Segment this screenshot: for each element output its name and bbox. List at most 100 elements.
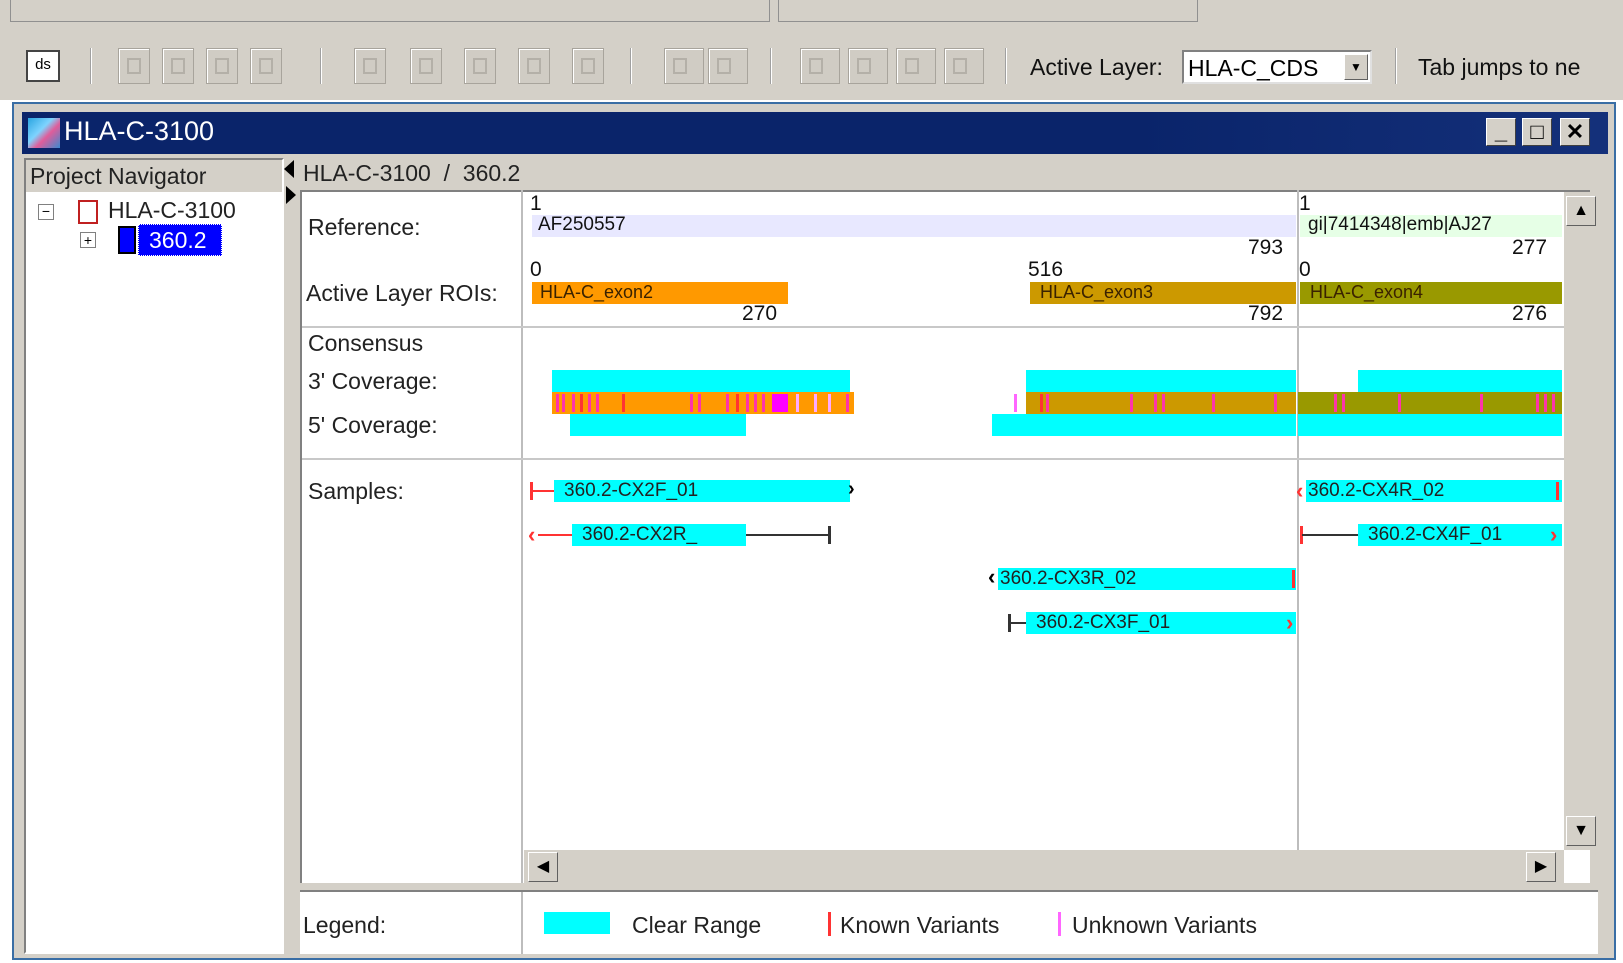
expand-icon[interactable]: +	[80, 232, 96, 248]
active-layer-select[interactable]: HLA-C_CDS ▼	[1182, 50, 1372, 84]
variant-cluster	[772, 394, 788, 412]
scroll-up-button[interactable]: ▲	[1566, 196, 1596, 226]
label-column-divider	[521, 190, 523, 883]
close-button[interactable]: ✕	[1560, 118, 1590, 146]
ds-button[interactable]: ds	[26, 50, 60, 82]
variant-mark	[1040, 394, 1043, 412]
tab-hint-text: Tab jumps to ne	[1418, 54, 1581, 80]
legend-known-variants-swatch	[828, 912, 831, 936]
toolbar-button-11[interactable]	[708, 48, 748, 84]
toolbar-button-5[interactable]	[354, 48, 386, 84]
samples-label: Samples:	[308, 478, 404, 504]
reference-1-end: 793	[1248, 236, 1284, 259]
variant-mark	[690, 394, 693, 412]
variant-mark	[698, 394, 701, 412]
variant-mark	[814, 394, 817, 412]
chevron-left-icon: ‹	[988, 564, 996, 589]
toolbar-button-3[interactable]	[206, 48, 238, 84]
sample-cx4f-01[interactable]: 360.2-CX4F_01	[1358, 524, 1562, 546]
upper-toolbar-fragment	[10, 0, 770, 22]
roi-2-end: 792	[1248, 302, 1284, 325]
toolbar-button-8[interactable]	[518, 48, 550, 84]
toolbar-button-2[interactable]	[162, 48, 194, 84]
variant-mark	[1334, 394, 1337, 412]
sample-cx4r-02[interactable]: 360.2-CX4R_02	[1306, 480, 1562, 502]
variant-mark	[1544, 394, 1547, 412]
variant-mark	[588, 394, 591, 412]
sample-end-mark	[1292, 570, 1295, 588]
splitter-right-arrow-icon[interactable]	[286, 186, 296, 204]
project-icon	[78, 200, 98, 224]
variant-mark	[596, 394, 599, 412]
sample-cx2f-01[interactable]: 360.2-CX2F_01	[554, 480, 850, 502]
toolbar-button-9[interactable]	[572, 48, 604, 84]
roi-2-start: 516	[1028, 258, 1064, 281]
tree-item-sample-label: 360.2	[149, 227, 207, 253]
variant-mark	[1552, 394, 1555, 412]
reference-bar-1[interactable]	[532, 215, 1296, 237]
reference-2-start: 1	[1299, 192, 1311, 215]
reference-2-end: 277	[1512, 236, 1548, 259]
active-layer-value: HLA-C_CDS	[1188, 55, 1319, 81]
legend-unknown-variants-swatch	[1058, 912, 1061, 936]
toolbar-separator	[1395, 48, 1397, 84]
coverage-5-label: 5' Coverage:	[308, 412, 438, 438]
variant-mark	[1342, 394, 1345, 412]
legend-unknown-variants: Unknown Variants	[1072, 912, 1257, 938]
sample-end-mark	[828, 526, 831, 544]
variant-mark	[562, 394, 565, 412]
maximize-button[interactable]: □	[1522, 118, 1552, 146]
variant-mark	[726, 394, 729, 412]
scroll-down-button[interactable]: ▼	[1566, 816, 1596, 846]
consensus-bar-3	[1298, 392, 1562, 414]
minimize-button[interactable]: _	[1486, 118, 1516, 146]
variant-mark	[556, 394, 559, 412]
sample-trace-line	[530, 490, 554, 492]
toolbar-button-13[interactable]	[848, 48, 888, 84]
roi-3-name: HLA-C_exon4	[1310, 282, 1424, 302]
sample-icon	[118, 226, 136, 254]
variant-mark	[622, 394, 625, 412]
horizontal-scrollbar[interactable]	[524, 850, 1564, 884]
variant-mark	[736, 394, 739, 412]
vertical-scrollbar[interactable]	[1564, 192, 1598, 850]
roi-1-end: 270	[742, 302, 778, 325]
chevron-right-icon: ›	[848, 478, 855, 500]
toolbar-button-1[interactable]	[118, 48, 150, 84]
collapse-icon[interactable]: −	[38, 204, 54, 220]
variant-mark	[1154, 394, 1157, 412]
toolbar-button-6[interactable]	[410, 48, 442, 84]
sample-cx2r[interactable]: 360.2-CX2R_	[572, 524, 746, 546]
consensus-bar-2	[1026, 392, 1296, 414]
coverage-5-bar-1	[570, 414, 746, 436]
variant-mark	[1046, 394, 1049, 412]
coverage-3-bar-1	[552, 370, 850, 392]
variant-mark	[1162, 394, 1165, 412]
reference-1-start: 1	[530, 192, 542, 215]
sample-cx3r-02[interactable]: 360.2-CX3R_02	[998, 568, 1296, 590]
scroll-right-button[interactable]: ▶	[1526, 852, 1556, 882]
window-title-bar[interactable]: HLA-C-3100	[22, 112, 1608, 154]
sample-trace-line	[746, 534, 830, 536]
project-navigator-panel	[24, 158, 284, 954]
variant-mark	[754, 394, 757, 412]
legend-clear-range: Clear Range	[632, 912, 762, 938]
toolbar-button-12[interactable]	[800, 48, 840, 84]
variant-mark	[1212, 394, 1215, 412]
toolbar-button-4[interactable]	[250, 48, 282, 84]
toolbar-button-10[interactable]	[664, 48, 704, 84]
tree-item-project[interactable]: HLA-C-3100	[108, 197, 236, 224]
toolbar-button-15[interactable]	[944, 48, 984, 84]
coverage-3-bar-2	[1026, 370, 1296, 392]
toolbar-button-7[interactable]	[464, 48, 496, 84]
variant-mark	[580, 394, 583, 412]
splitter-left-arrow-icon[interactable]	[284, 160, 294, 178]
toolbar-button-14[interactable]	[896, 48, 936, 84]
sample-cx3f-01[interactable]: 360.2-CX3F_01	[1026, 612, 1296, 634]
tree-item-sample-selected[interactable]: 360.2	[138, 224, 222, 256]
scroll-left-button[interactable]: ◀	[528, 852, 558, 882]
variant-mark	[1398, 394, 1401, 412]
active-rois-label: Active Layer ROIs:	[306, 280, 498, 306]
chevron-down-icon[interactable]: ▼	[1344, 54, 1368, 80]
roi-1-name: HLA-C_exon2	[540, 282, 654, 302]
